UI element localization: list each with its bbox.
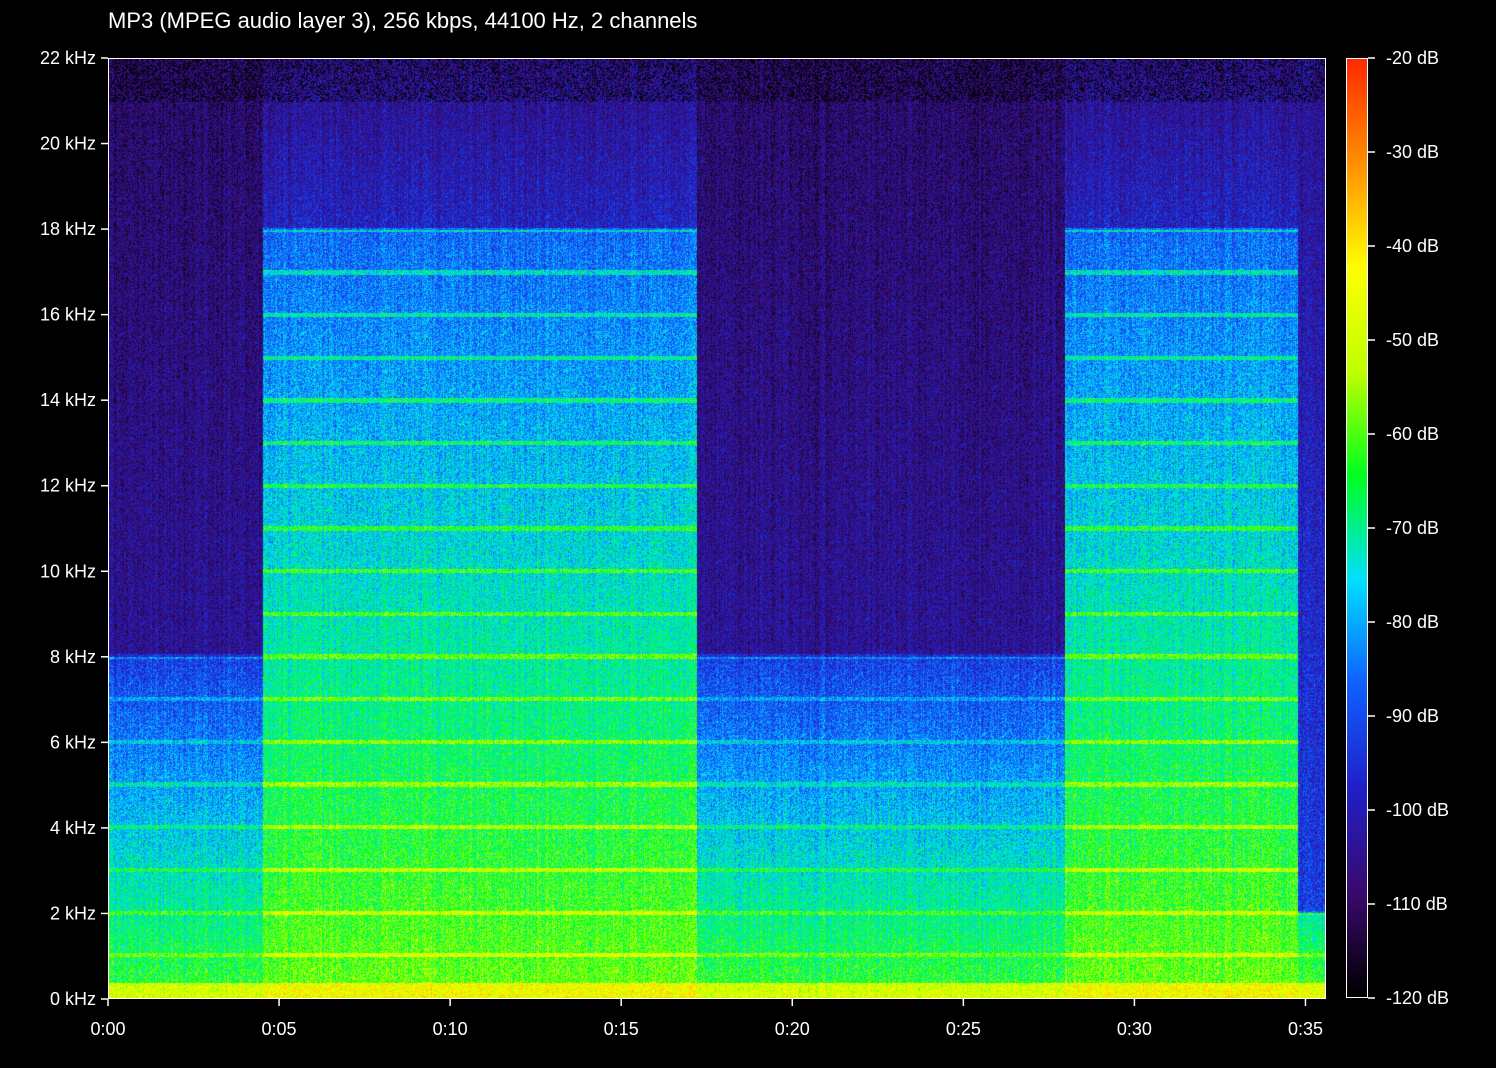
colorbar-tick-label: -40 dB <box>1386 236 1439 256</box>
x-tick-label: 0:20 <box>775 1019 810 1039</box>
x-tick-label: 0:35 <box>1288 1019 1323 1039</box>
x-tick-label: 0:25 <box>946 1019 981 1039</box>
y-tick-label: 22 kHz <box>40 48 96 68</box>
y-tick-label: 10 kHz <box>40 561 96 581</box>
colorbar-tick-label: -120 dB <box>1386 988 1449 1008</box>
colorbar-tick-label: -70 dB <box>1386 518 1439 538</box>
y-tick-label: 12 kHz <box>40 476 96 496</box>
colorbar-tick-label: -100 dB <box>1386 800 1449 820</box>
colorbar-tick-label: -90 dB <box>1386 706 1439 726</box>
y-tick-label: 2 kHz <box>50 903 96 923</box>
y-tick-label: 8 kHz <box>50 647 96 667</box>
colorbar-tick-label: -20 dB <box>1386 48 1439 68</box>
y-tick-label: 14 kHz <box>40 390 96 410</box>
x-tick-label: 0:05 <box>262 1019 297 1039</box>
colorbar-tick-label: -80 dB <box>1386 612 1439 632</box>
colorbar-tick-label: -110 dB <box>1386 894 1448 914</box>
x-tick-label: 0:30 <box>1117 1019 1152 1039</box>
y-tick-label: 0 kHz <box>50 989 96 1009</box>
y-tick-label: 20 kHz <box>40 134 96 154</box>
colorbar-tick-label: -50 dB <box>1386 330 1439 350</box>
x-tick-label: 0:10 <box>433 1019 468 1039</box>
colorbar-tick-label: -30 dB <box>1386 142 1439 162</box>
y-tick-label: 4 kHz <box>50 818 96 838</box>
colorbar-tick-label: -60 dB <box>1386 424 1439 444</box>
y-tick-label: 18 kHz <box>40 219 96 239</box>
y-tick-label: 6 kHz <box>50 732 96 752</box>
y-tick-label: 16 kHz <box>40 305 96 325</box>
x-tick-label: 0:00 <box>90 1019 125 1039</box>
axes-overlay: 0 kHz 2 kHz 4 kHz 6 kHz 8 kHz 10 kHz 12 kHz 14 … <box>40 48 1449 1039</box>
x-tick-label: 0:15 <box>604 1019 639 1039</box>
